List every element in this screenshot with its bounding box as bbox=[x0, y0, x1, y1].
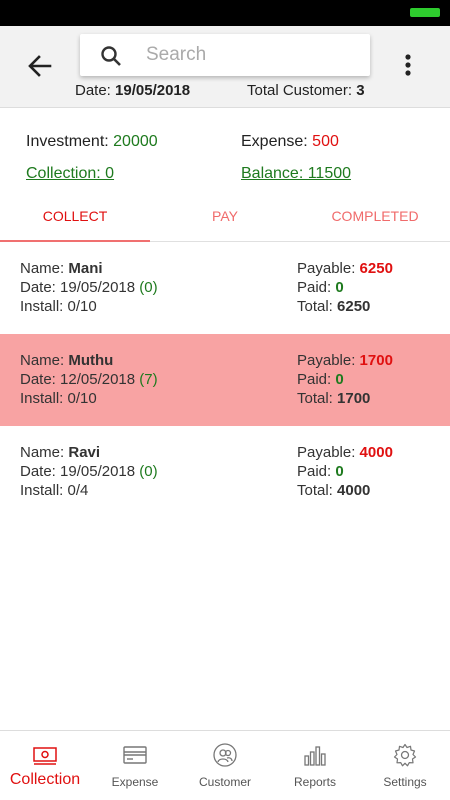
customer-total: 6250 bbox=[337, 298, 371, 315]
name-label: Name: bbox=[20, 352, 65, 369]
customer-icon bbox=[213, 743, 237, 767]
gear-icon bbox=[393, 743, 417, 767]
expense: Expense: 500 bbox=[241, 133, 339, 151]
collection-link[interactable]: Collection: 0 bbox=[26, 165, 114, 183]
nav-settings[interactable]: Settings bbox=[360, 731, 450, 800]
more-options-button[interactable] bbox=[398, 50, 418, 82]
tab-completed[interactable]: COMPLETED bbox=[300, 200, 450, 242]
app-bar: Date: 19/05/2018 Total Customer: 3 bbox=[0, 26, 450, 108]
payable-label: Payable: bbox=[297, 260, 356, 277]
customer-name: Muthu bbox=[68, 352, 114, 369]
bar-chart-icon bbox=[304, 746, 326, 766]
name-label: Name: bbox=[20, 444, 65, 461]
bottom-navigation: Collection Expense Customer Reports Sett… bbox=[0, 730, 450, 800]
payable-label: Payable: bbox=[297, 352, 356, 369]
nav-label: Settings bbox=[383, 775, 427, 789]
money-icon bbox=[33, 747, 57, 765]
arrow-left-icon bbox=[28, 55, 52, 77]
nav-customer[interactable]: Customer bbox=[180, 731, 270, 800]
tab-collect[interactable]: COLLECT bbox=[0, 200, 150, 242]
row-info-left: Name: Mani Date: 19/05/2018 (0) Install:… bbox=[20, 259, 158, 316]
total-customers: Total Customer: 3 bbox=[247, 82, 365, 99]
nav-collection[interactable]: Collection bbox=[0, 731, 90, 800]
customer-days: (7) bbox=[139, 371, 158, 388]
paid-label: Paid: bbox=[297, 371, 332, 388]
back-button[interactable] bbox=[24, 50, 56, 82]
row-info-right: Payable: 6250 Paid: 0 Total: 6250 bbox=[297, 259, 393, 316]
customer-days: (0) bbox=[139, 279, 158, 296]
customer-paid: 0 bbox=[335, 463, 344, 480]
date-value: 19/05/2018 bbox=[115, 82, 191, 99]
date-label: Date: bbox=[75, 82, 111, 99]
status-bar bbox=[0, 0, 450, 26]
install-label: Install: bbox=[20, 390, 64, 407]
customer-list: Name: Mani Date: 19/05/2018 (0) Install:… bbox=[0, 242, 450, 518]
tab-pay[interactable]: PAY bbox=[150, 200, 300, 242]
customer-date: 19/05/2018 bbox=[60, 463, 136, 480]
current-date: Date: 19/05/2018 bbox=[75, 82, 190, 99]
total-label: Total: bbox=[297, 482, 333, 499]
card-icon bbox=[123, 746, 147, 764]
search-input[interactable] bbox=[146, 40, 356, 70]
install-label: Install: bbox=[20, 298, 64, 315]
more-vert-icon bbox=[405, 54, 411, 76]
total-label: Total Customer: bbox=[247, 82, 353, 99]
payable-label: Payable: bbox=[297, 444, 356, 461]
search-icon bbox=[101, 46, 121, 66]
expense-value: 500 bbox=[312, 133, 339, 150]
install-label: Install: bbox=[20, 482, 64, 499]
tab-bar: COLLECT PAY COMPLETED bbox=[0, 200, 450, 242]
row-info-left: Name: Muthu Date: 12/05/2018 (7) Install… bbox=[20, 351, 158, 408]
customer-date: 12/05/2018 bbox=[60, 371, 136, 388]
date-label: Date: bbox=[20, 279, 56, 296]
paid-label: Paid: bbox=[297, 279, 332, 296]
customer-date: 19/05/2018 bbox=[60, 279, 136, 296]
nav-label: Collection bbox=[9, 771, 81, 788]
row-info-right: Payable: 1700 Paid: 0 Total: 1700 bbox=[297, 351, 393, 408]
row-info-left: Name: Ravi Date: 19/05/2018 (0) Install:… bbox=[20, 443, 158, 500]
balance-link[interactable]: Balance: 11500 bbox=[241, 165, 351, 183]
search-box[interactable] bbox=[80, 34, 370, 76]
customer-payable: 4000 bbox=[359, 444, 393, 461]
customer-install: 0/10 bbox=[67, 390, 97, 407]
date-label: Date: bbox=[20, 371, 56, 388]
investment: Investment: 20000 bbox=[26, 133, 158, 151]
total-value: 3 bbox=[356, 82, 365, 99]
nav-reports[interactable]: Reports bbox=[270, 731, 360, 800]
list-item[interactable]: Name: Mani Date: 19/05/2018 (0) Install:… bbox=[0, 242, 450, 334]
investment-value: 20000 bbox=[113, 133, 158, 150]
nav-label: Reports bbox=[293, 775, 337, 789]
name-label: Name: bbox=[20, 260, 65, 277]
total-label: Total: bbox=[297, 298, 333, 315]
investment-label: Investment: bbox=[26, 133, 109, 150]
expense-label: Expense: bbox=[241, 133, 308, 150]
customer-payable: 1700 bbox=[359, 352, 393, 369]
customer-install: 0/10 bbox=[67, 298, 97, 315]
nav-expense[interactable]: Expense bbox=[90, 731, 180, 800]
nav-label: Customer bbox=[198, 775, 251, 789]
battery-icon bbox=[410, 8, 440, 17]
customer-name: Ravi bbox=[68, 444, 101, 461]
list-item[interactable]: Name: Ravi Date: 19/05/2018 (0) Install:… bbox=[0, 426, 450, 518]
customer-total: 4000 bbox=[337, 482, 371, 499]
customer-install: 0/4 bbox=[67, 482, 89, 499]
customer-paid: 0 bbox=[335, 279, 344, 296]
customer-payable: 6250 bbox=[359, 260, 393, 277]
date-label: Date: bbox=[20, 463, 56, 480]
customer-total: 1700 bbox=[337, 390, 371, 407]
row-info-right: Payable: 4000 Paid: 0 Total: 4000 bbox=[297, 443, 393, 500]
list-item[interactable]: Name: Muthu Date: 12/05/2018 (7) Install… bbox=[0, 334, 450, 426]
paid-label: Paid: bbox=[297, 463, 332, 480]
summary-panel: Investment: 20000 Expense: 500 Collectio… bbox=[0, 108, 450, 200]
customer-paid: 0 bbox=[335, 371, 344, 388]
customer-days: (0) bbox=[139, 463, 158, 480]
nav-label: Expense bbox=[111, 775, 159, 789]
total-label: Total: bbox=[297, 390, 333, 407]
customer-name: Mani bbox=[68, 260, 103, 277]
